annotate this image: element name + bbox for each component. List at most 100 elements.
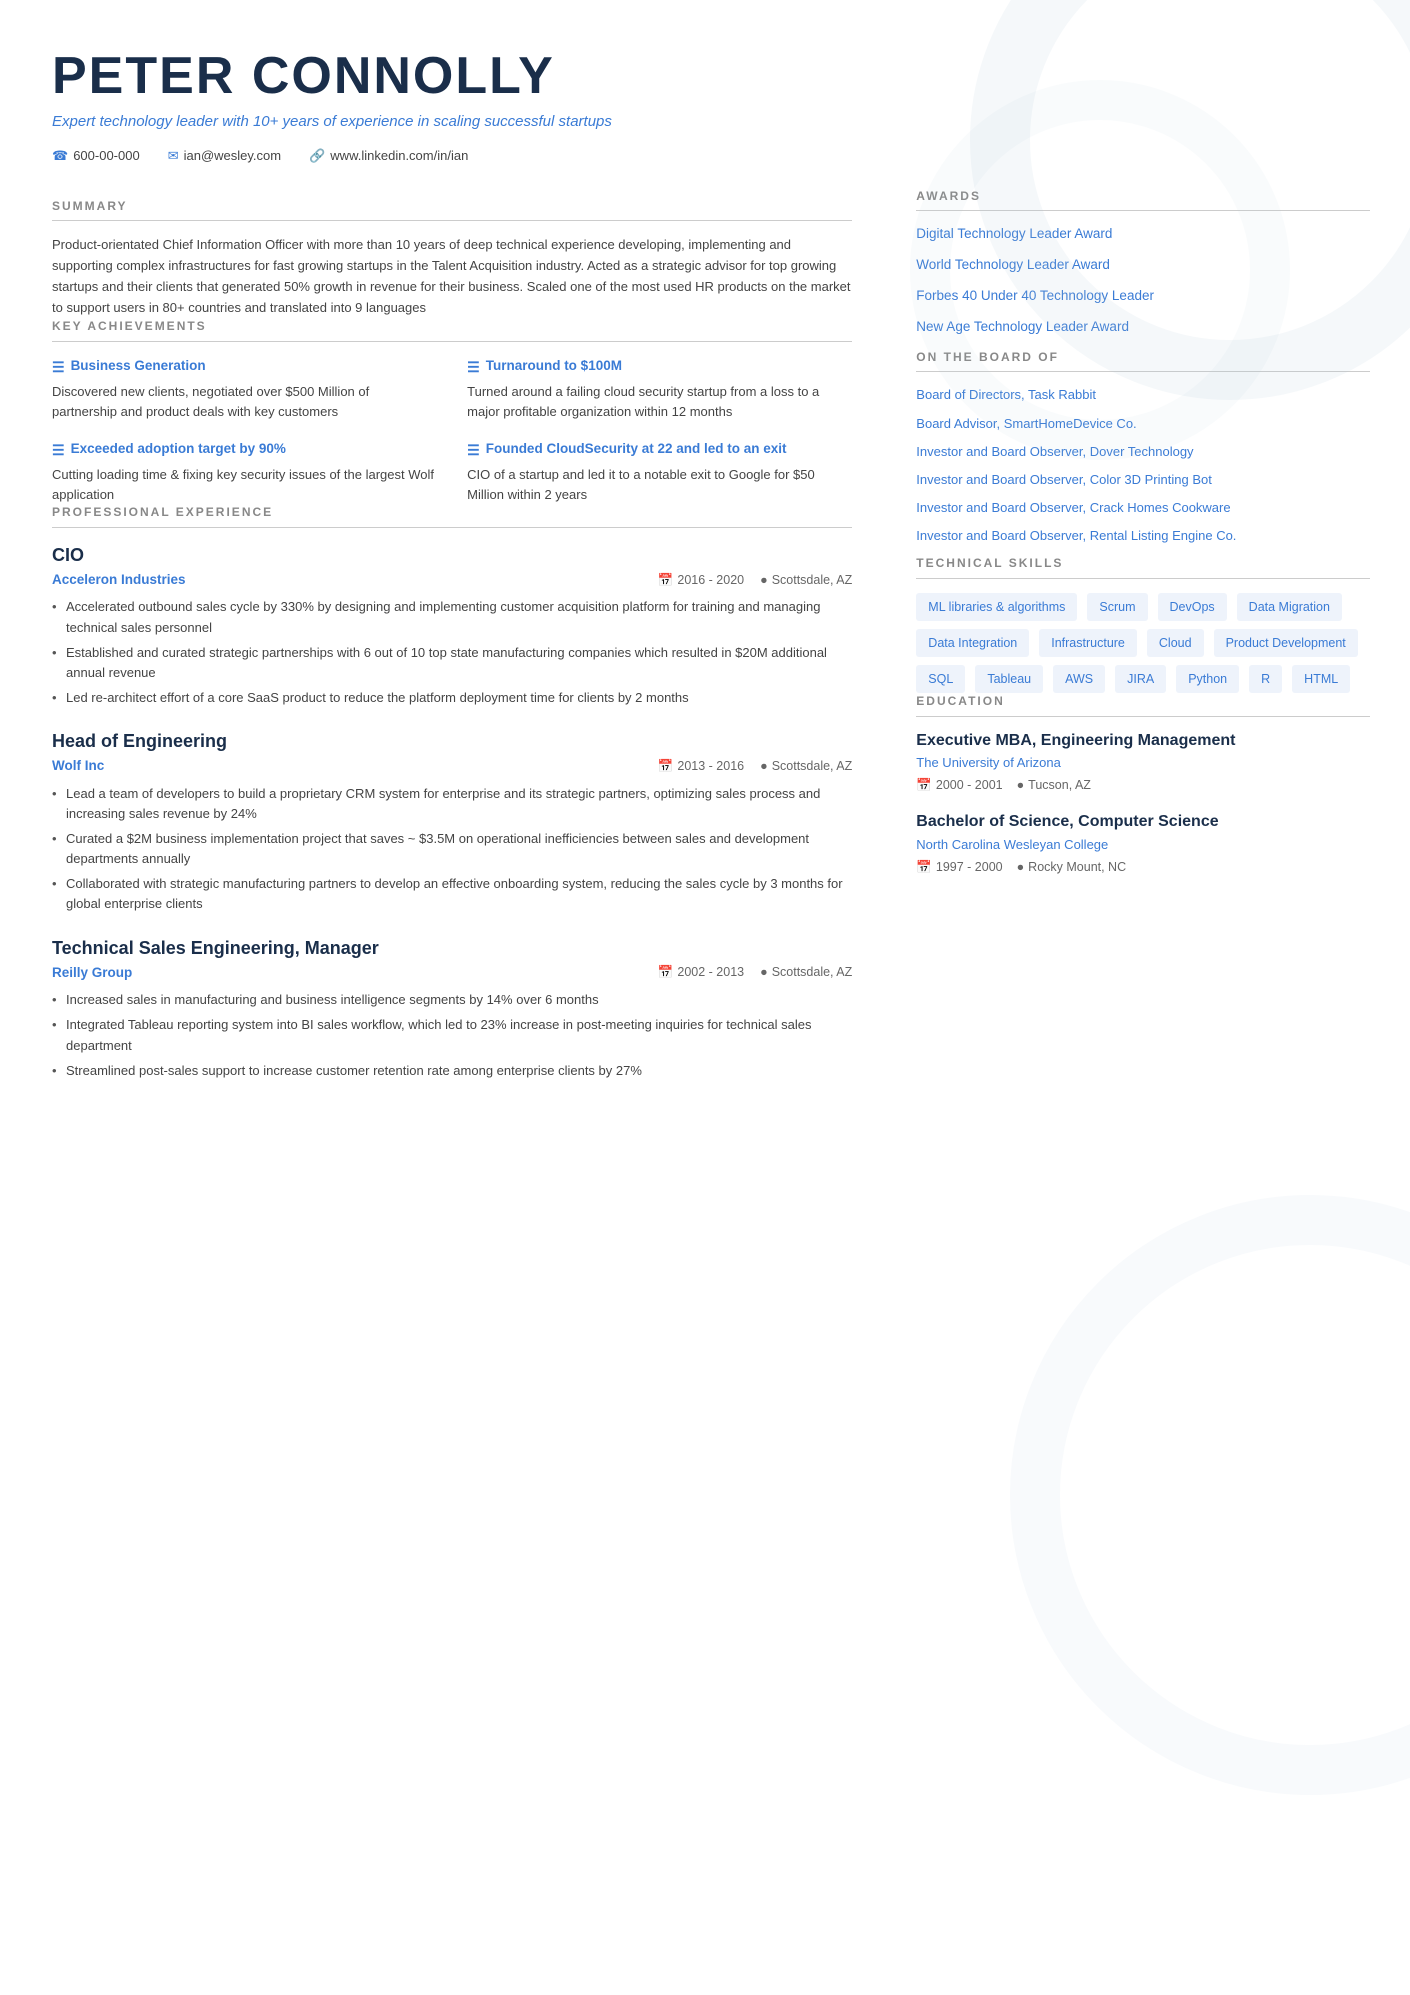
skills-title: TECHNICAL SKILLS — [916, 555, 1370, 578]
award-item-2: Forbes 40 Under 40 Technology Leader — [916, 287, 1370, 306]
edu-pin-icon-1: ● — [1017, 858, 1025, 876]
job-location-1: ● Scottsdale, AZ — [760, 757, 852, 775]
board-item-0: Board of Directors, Task Rabbit — [916, 386, 1370, 404]
board-title: ON THE BOARD OF — [916, 349, 1370, 372]
skill-6: Cloud — [1147, 629, 1204, 657]
right-column: AWARDS Digital Technology Leader Award W… — [888, 0, 1410, 1995]
linkedin-contact: 🔗 www.linkedin.com/in/ian — [309, 147, 468, 166]
achievement-desc-1: Turned around a failing cloud security s… — [467, 382, 852, 421]
calendar-icon-1: 📅 — [658, 757, 674, 775]
achievement-item-1: ☰ Turnaround to $100M Turned around a fa… — [467, 356, 852, 421]
skills-section: TECHNICAL SKILLS ML libraries & algorith… — [916, 555, 1370, 693]
edu-location-1: ● Rocky Mount, NC — [1017, 858, 1127, 876]
education-title: EDUCATION — [916, 693, 1370, 716]
calendar-icon-0: 📅 — [658, 571, 674, 589]
edu-school-1: North Carolina Wesleyan College — [916, 836, 1370, 855]
resume-page: PETER CONNOLLY Expert technology leader … — [0, 0, 1410, 1995]
edu-location-0: ● Tucson, AZ — [1017, 776, 1091, 794]
job-0: CIO Acceleron Industries 📅 2016 - 2020 ●… — [52, 542, 852, 708]
achievements-grid: ☰ Business Generation Discovered new cli… — [52, 356, 852, 505]
board-item-3: Investor and Board Observer, Color 3D Pr… — [916, 471, 1370, 489]
header-section: PETER CONNOLLY Expert technology leader … — [52, 48, 852, 166]
edu-school-0: The University of Arizona — [916, 754, 1370, 773]
email-icon: ✉ — [168, 147, 179, 166]
achievements-section: KEY ACHIEVEMENTS ☰ Business Generation D… — [52, 318, 852, 504]
phone-icon: ☎ — [52, 147, 68, 166]
skill-0: ML libraries & algorithms — [916, 593, 1077, 621]
summary-text: Product-orientated Chief Information Off… — [52, 235, 852, 318]
awards-section: AWARDS Digital Technology Leader Award W… — [916, 188, 1370, 337]
job-bullets-0: Accelerated outbound sales cycle by 330%… — [52, 597, 852, 708]
achievement-icon-2: ☰ — [52, 440, 65, 460]
skill-7: Product Development — [1214, 629, 1358, 657]
skill-11: JIRA — [1115, 665, 1166, 693]
job-company-2: Reilly Group — [52, 963, 132, 983]
job-location-0: ● Scottsdale, AZ — [760, 571, 852, 589]
edu-meta-0: 📅 2000 - 2001 ● Tucson, AZ — [916, 776, 1370, 794]
award-item-1: World Technology Leader Award — [916, 256, 1370, 275]
skill-12: Python — [1176, 665, 1239, 693]
summary-title: SUMMARY — [52, 198, 852, 221]
job-bullets-1: Lead a team of developers to build a pro… — [52, 784, 852, 915]
pin-icon-2: ● — [760, 963, 768, 981]
contact-row: ☎ 600-00-000 ✉ ian@wesley.com 🔗 www.link… — [52, 147, 852, 166]
edu-dates-0: 📅 2000 - 2001 — [916, 776, 1002, 794]
education-section: EDUCATION Executive MBA, Engineering Man… — [916, 693, 1370, 876]
edu-1: Bachelor of Science, Computer Science No… — [916, 812, 1370, 876]
achievement-item-2: ☰ Exceeded adoption target by 90% Cuttin… — [52, 439, 437, 504]
bullet-0-0: Accelerated outbound sales cycle by 330%… — [52, 597, 852, 637]
achievements-title: KEY ACHIEVEMENTS — [52, 318, 852, 341]
skill-8: SQL — [916, 665, 965, 693]
board-item-2: Investor and Board Observer, Dover Techn… — [916, 443, 1370, 461]
experience-title: PROFESSIONAL EXPERIENCE — [52, 504, 852, 527]
job-1: Head of Engineering Wolf Inc 📅 2013 - 20… — [52, 728, 852, 915]
pin-icon-1: ● — [760, 757, 768, 775]
bullet-0-2: Led re-architect effort of a core SaaS p… — [52, 688, 852, 708]
awards-title: AWARDS — [916, 188, 1370, 211]
candidate-name: PETER CONNOLLY — [52, 48, 852, 105]
edu-calendar-icon-0: 📅 — [916, 776, 932, 794]
bullet-2-1: Integrated Tableau reporting system into… — [52, 1015, 852, 1055]
bullet-0-1: Established and curated strategic partne… — [52, 643, 852, 683]
job-dates-1: 📅 2013 - 2016 — [658, 757, 744, 775]
phone-contact: ☎ 600-00-000 — [52, 147, 140, 166]
board-item-4: Investor and Board Observer, Crack Homes… — [916, 499, 1370, 517]
edu-degree-1: Bachelor of Science, Computer Science — [916, 812, 1370, 833]
achievement-title-3: ☰ Founded CloudSecurity at 22 and led to… — [467, 439, 852, 460]
achievement-item-3: ☰ Founded CloudSecurity at 22 and led to… — [467, 439, 852, 504]
edu-0: Executive MBA, Engineering Management Th… — [916, 731, 1370, 795]
skill-4: Data Integration — [916, 629, 1029, 657]
tagline: Expert technology leader with 10+ years … — [52, 111, 852, 133]
skill-14: HTML — [1292, 665, 1350, 693]
board-item-5: Investor and Board Observer, Rental List… — [916, 527, 1370, 545]
edu-calendar-icon-1: 📅 — [916, 858, 932, 876]
achievement-icon-1: ☰ — [467, 357, 480, 377]
job-title-2: Technical Sales Engineering, Manager — [52, 935, 852, 961]
achievement-icon-3: ☰ — [467, 440, 480, 460]
skill-3: Data Migration — [1237, 593, 1342, 621]
board-item-1: Board Advisor, SmartHomeDevice Co. — [916, 415, 1370, 433]
edu-meta-1: 📅 1997 - 2000 ● Rocky Mount, NC — [916, 858, 1370, 876]
email-contact: ✉ ian@wesley.com — [168, 147, 281, 166]
job-company-1: Wolf Inc — [52, 756, 104, 776]
summary-section: SUMMARY Product-orientated Chief Informa… — [52, 198, 852, 319]
award-item-3: New Age Technology Leader Award — [916, 318, 1370, 337]
award-item-0: Digital Technology Leader Award — [916, 225, 1370, 244]
linkedin-url: www.linkedin.com/in/ian — [330, 147, 468, 166]
skills-grid: ML libraries & algorithms Scrum DevOps D… — [916, 593, 1370, 693]
edu-dates-1: 📅 1997 - 2000 — [916, 858, 1002, 876]
achievement-desc-0: Discovered new clients, negotiated over … — [52, 382, 437, 421]
bullet-1-0: Lead a team of developers to build a pro… — [52, 784, 852, 824]
email-address: ian@wesley.com — [184, 147, 282, 166]
achievement-desc-2: Cutting loading time & fixing key securi… — [52, 465, 437, 504]
skill-10: AWS — [1053, 665, 1105, 693]
bullet-1-1: Curated a $2M business implementation pr… — [52, 829, 852, 869]
bullet-2-2: Streamlined post-sales support to increa… — [52, 1061, 852, 1081]
job-dates-2: 📅 2002 - 2013 — [658, 963, 744, 981]
skill-13: R — [1249, 665, 1282, 693]
phone-number: 600-00-000 — [73, 147, 140, 166]
achievement-icon-0: ☰ — [52, 357, 65, 377]
bullet-1-2: Collaborated with strategic manufacturin… — [52, 874, 852, 914]
achievement-title-2: ☰ Exceeded adoption target by 90% — [52, 439, 437, 460]
job-company-0: Acceleron Industries — [52, 570, 186, 590]
